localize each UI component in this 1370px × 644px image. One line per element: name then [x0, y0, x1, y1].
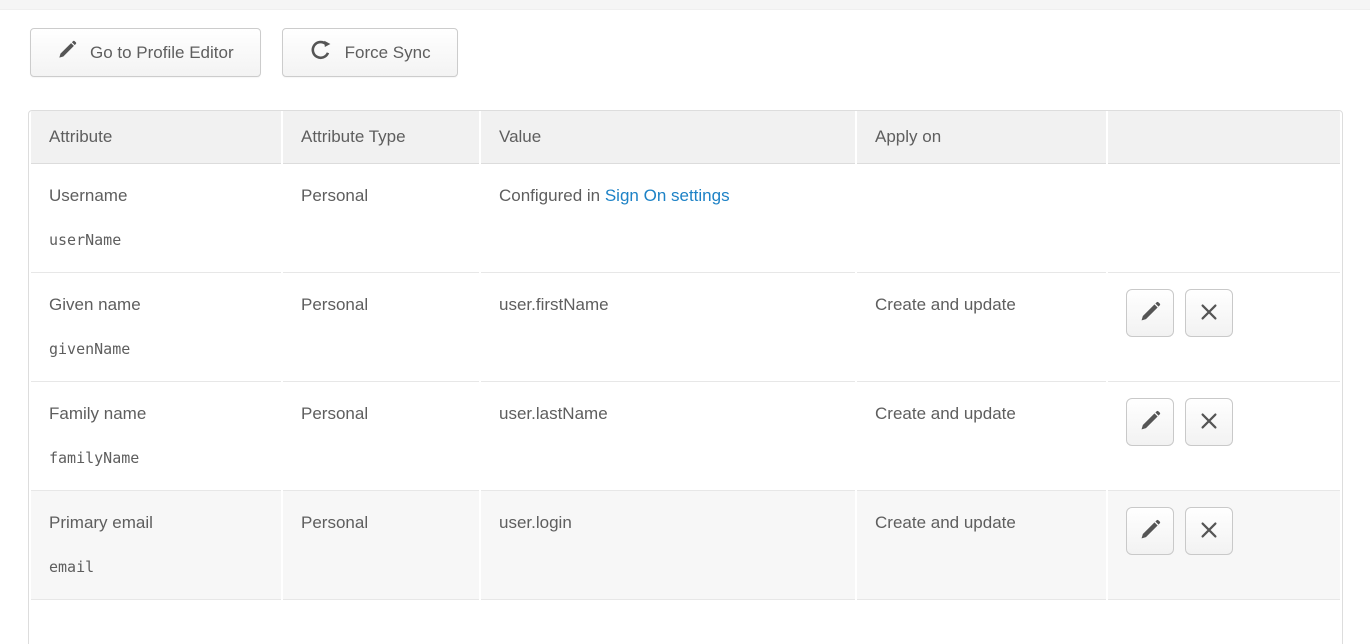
apply-on-cell	[857, 164, 1106, 273]
go-to-profile-editor-label: Go to Profile Editor	[90, 43, 234, 63]
toolbar: Go to Profile Editor Force Sync	[30, 28, 458, 77]
page-top-strip	[0, 0, 1370, 10]
attribute-code: email	[49, 558, 269, 576]
attribute-code: givenName	[49, 340, 269, 358]
go-to-profile-editor-button[interactable]: Go to Profile Editor	[30, 28, 261, 77]
table-header-row: Attribute Attribute Type Value Apply on	[31, 111, 1340, 164]
row-actions	[1126, 398, 1328, 446]
value-cell: user.firstName	[481, 273, 855, 382]
value-cell: user.lastName	[481, 382, 855, 491]
pencil-icon	[57, 40, 77, 65]
x-icon	[1198, 519, 1220, 544]
header-actions	[1108, 111, 1340, 164]
attribute-mapping-table: Attribute Attribute Type Value Apply on …	[28, 110, 1343, 644]
x-icon	[1198, 410, 1220, 435]
attribute-type-cell: Personal	[283, 164, 479, 273]
table-row: Family name familyName Personal user.las…	[31, 382, 1340, 491]
attribute-label: Given name	[49, 295, 141, 314]
table-row: Primary email email Personal user.login …	[31, 491, 1340, 600]
header-attribute-type: Attribute Type	[283, 111, 479, 164]
force-sync-label: Force Sync	[345, 43, 431, 63]
attribute-label: Primary email	[49, 513, 153, 532]
apply-on-cell: Create and update	[857, 382, 1106, 491]
attribute-type-cell: Personal	[283, 273, 479, 382]
apply-on-cell: Create and update	[857, 491, 1106, 600]
attribute-label: Family name	[49, 404, 146, 423]
attribute-type-cell: Personal	[283, 491, 479, 600]
attribute-code: userName	[49, 231, 269, 249]
apply-on-cell: Create and update	[857, 273, 1106, 382]
table-row	[31, 600, 1340, 644]
edit-attribute-button[interactable]	[1126, 507, 1174, 555]
table-row: Username userName Personal Configured in…	[31, 164, 1340, 273]
sign-on-settings-link[interactable]: Sign On settings	[605, 186, 730, 205]
delete-attribute-button[interactable]	[1185, 289, 1233, 337]
x-icon	[1198, 301, 1220, 326]
attribute-code: familyName	[49, 449, 269, 467]
pencil-icon	[1139, 301, 1161, 326]
delete-attribute-button[interactable]	[1185, 507, 1233, 555]
value-cell: user.login	[481, 491, 855, 600]
header-value: Value	[481, 111, 855, 164]
edit-attribute-button[interactable]	[1126, 398, 1174, 446]
refresh-icon	[309, 39, 332, 67]
row-actions	[1126, 507, 1328, 555]
header-attribute: Attribute	[31, 111, 281, 164]
row-actions	[1126, 289, 1328, 337]
header-apply-on: Apply on	[857, 111, 1106, 164]
pencil-icon	[1139, 519, 1161, 544]
edit-attribute-button[interactable]	[1126, 289, 1174, 337]
attribute-label: Username	[49, 186, 127, 205]
value-text: Configured in	[499, 186, 605, 205]
table-row: Given name givenName Personal user.first…	[31, 273, 1340, 382]
delete-attribute-button[interactable]	[1185, 398, 1233, 446]
attribute-type-cell: Personal	[283, 382, 479, 491]
pencil-icon	[1139, 410, 1161, 435]
force-sync-button[interactable]: Force Sync	[282, 28, 458, 77]
